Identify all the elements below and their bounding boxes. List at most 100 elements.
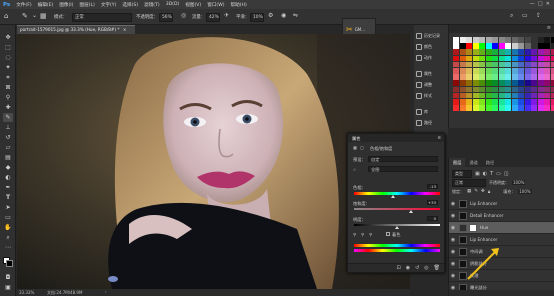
color-swatch[interactable] [479,61,485,68]
menu-help[interactable]: 帮助(H) [228,2,250,8]
layer-thumbnail[interactable] [459,259,467,268]
panel-menu-icon[interactable]: ≡ [547,25,551,31]
color-swatch[interactable] [524,80,531,86]
view-previous-icon[interactable]: ◉ [406,265,410,271]
eraser-tool-icon[interactable]: ▱ [3,143,13,152]
color-swatch[interactable] [459,80,466,86]
properties-menu-icon[interactable]: ≡ [437,135,441,140]
dodge-tool-icon[interactable]: ◐ [3,173,13,182]
strip-item-paths[interactable]: 路径 [416,118,448,128]
color-swatch[interactable] [524,105,531,111]
color-swatch[interactable] [472,43,479,49]
color-swatch[interactable] [531,86,537,93]
strip-item-adjustments[interactable]: 调整 [416,80,448,90]
layer-row[interactable]: ◉ Lip Enhancer [449,234,554,246]
color-swatch[interactable] [537,98,544,105]
color-swatch[interactable] [485,92,492,99]
visibility-eye-icon[interactable]: ◉ [449,273,457,279]
color-swatch[interactable] [518,74,524,80]
color-swatch[interactable] [537,74,544,80]
layer-row[interactable]: ◉ Lip Enhancer [449,198,554,210]
color-swatch[interactable] [453,43,459,49]
eyedropper-tool-icon[interactable]: ⚲ [3,93,13,102]
color-swatch[interactable] [485,98,492,105]
layer-opacity-input[interactable]: 100% [512,180,526,185]
pressure-size-icon[interactable]: ◉ [281,12,286,19]
color-swatch[interactable] [518,92,524,99]
brush-size-dropdown[interactable]: ⌄ [32,12,37,19]
color-swatch[interactable] [518,67,524,74]
menu-type[interactable]: 文字(Y) [98,2,120,8]
color-swatch[interactable] [472,105,479,111]
color-swatch[interactable] [544,49,550,56]
color-swatch[interactable] [544,61,550,68]
color-swatch[interactable] [511,92,518,99]
color-swatch[interactable] [531,49,537,56]
hue-input[interactable]: -13 [427,184,438,189]
saturation-input[interactable]: +33 [427,200,438,205]
document-tab[interactable]: portrait-1579015.jpg @ 33.3% (Hue, RGB/8… [17,25,135,34]
color-swatch[interactable] [505,55,511,62]
color-swatch[interactable] [498,49,505,56]
color-swatch[interactable] [518,105,524,111]
color-swatch[interactable] [485,55,492,62]
layer-row[interactable]: ◉ Hue [449,222,554,234]
visibility-icon[interactable]: ◎ [424,265,428,271]
color-swatch[interactable] [544,98,550,105]
color-swatch[interactable] [537,105,544,111]
doc-info[interactable]: 文档:24.7M/48.9M [47,290,82,296]
eyedropper-icon[interactable]: ⚲ [353,232,356,237]
color-swatch[interactable] [550,37,554,43]
color-swatch[interactable] [511,74,518,80]
menu-edit[interactable]: 编辑(E) [35,2,57,8]
color-swatch[interactable] [505,92,511,99]
color-swatch[interactable] [544,105,550,111]
color-swatch[interactable] [498,80,505,86]
brush-tool-icon[interactable]: ✎ [3,113,13,122]
menu-window[interactable]: 窗口(W) [204,2,227,8]
pressure-opacity-icon[interactable]: ◎ [181,12,186,19]
healing-tool-icon[interactable]: ✚ [3,103,13,112]
workspace-icon[interactable]: ▭ [522,12,528,19]
color-swatch[interactable] [459,92,466,99]
color-swatch[interactable] [492,98,498,105]
layer-row[interactable]: ◉ Detail Enhancer [449,210,554,222]
zoom-tool-icon[interactable]: ⌕ [3,233,13,242]
color-swatch[interactable] [459,98,466,105]
visibility-eye-icon[interactable]: ◉ [449,261,457,267]
lasso-tool-icon[interactable]: ◌ [3,53,13,62]
visibility-eye-icon[interactable]: ◉ [449,213,457,219]
color-swatch[interactable] [550,61,554,68]
pen-tool-icon[interactable]: ✒ [3,183,13,192]
lightness-slider-knob[interactable] [395,226,399,229]
color-swatch[interactable] [485,43,492,49]
color-swatch[interactable] [505,74,511,80]
color-swatch[interactable] [505,43,511,49]
type-tool-icon[interactable]: T [3,193,13,202]
color-swatch[interactable] [505,98,511,105]
filter-shape-icon[interactable]: ▭ [496,171,501,177]
filter-adjust-icon[interactable]: ◐ [483,171,487,177]
color-swatch[interactable] [479,105,485,111]
menu-layer[interactable]: 图层(L) [76,2,97,8]
color-swatch[interactable] [453,74,459,80]
color-swatch[interactable] [479,49,485,56]
color-swatch[interactable] [550,86,554,93]
lock-move-icon[interactable]: ✥ [481,189,485,194]
color-swatch[interactable] [485,37,492,43]
color-swatch[interactable] [531,105,537,111]
color-swatch[interactable] [550,92,554,99]
color-swatch[interactable] [492,92,498,99]
color-swatch[interactable] [498,67,505,74]
strip-item-styles[interactable]: 样式 [416,91,448,101]
ps-logo[interactable]: Ps [0,2,13,8]
color-swatch[interactable] [531,98,537,105]
move-tool-icon[interactable]: ✥ [3,33,13,42]
color-swatch[interactable] [505,61,511,68]
color-swatch[interactable] [544,67,550,74]
symmetry-icon[interactable]: ⇋ [293,12,298,19]
color-swatch[interactable] [511,67,518,74]
color-swatch[interactable] [550,98,554,105]
color-swatch[interactable] [466,74,472,80]
color-swatch[interactable] [479,80,485,86]
